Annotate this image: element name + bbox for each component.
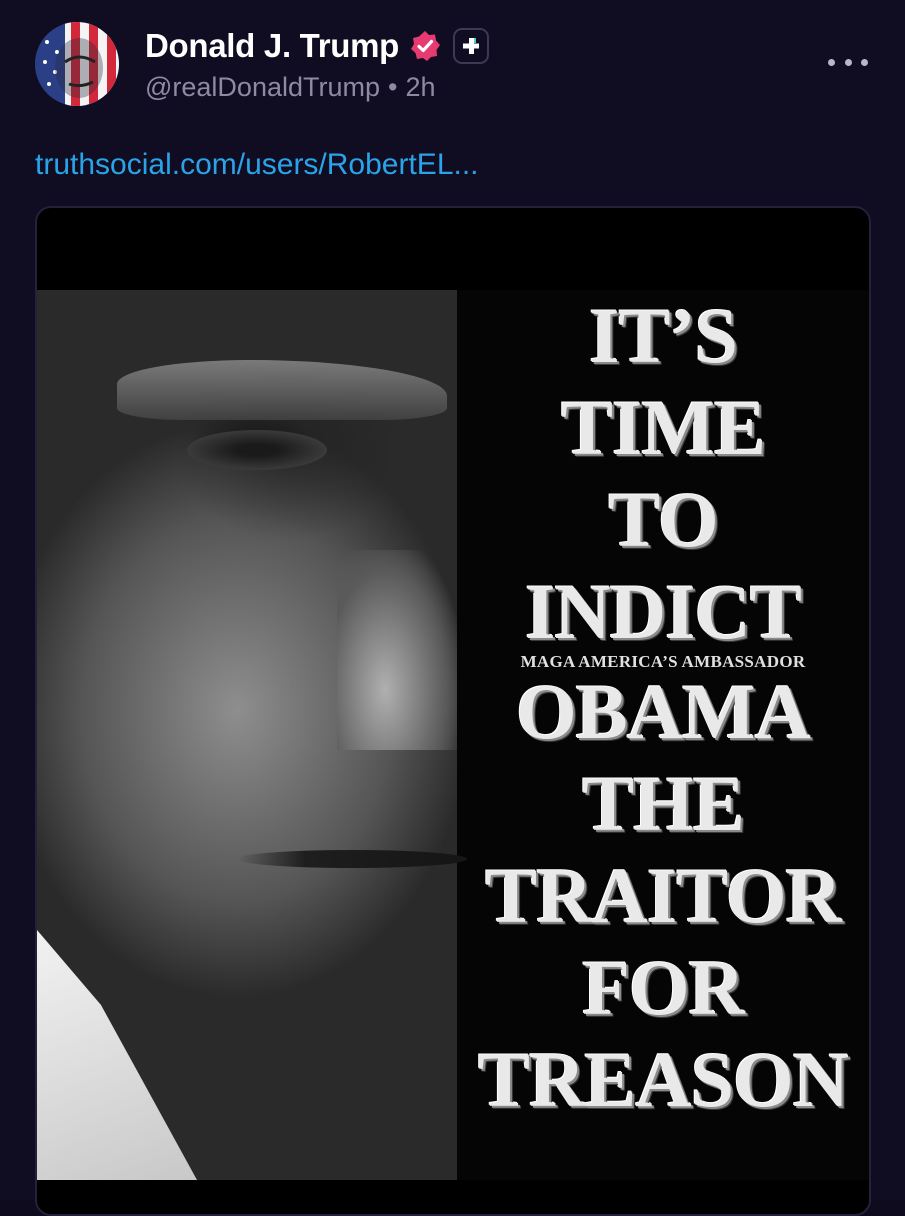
poster-line: INDICT bbox=[525, 568, 802, 655]
avatar[interactable] bbox=[35, 22, 119, 106]
poster-text: IT’S TIME TO INDICT MAGA AMERICA’S AMBAS… bbox=[457, 290, 869, 1180]
portrait-photo bbox=[37, 290, 467, 1180]
poster-line: TO bbox=[608, 476, 718, 563]
avatar-flag-portrait-icon bbox=[35, 22, 119, 106]
poster-image: IT’S TIME TO INDICT MAGA AMERICA’S AMBAS… bbox=[37, 290, 869, 1180]
separator-dot: • bbox=[388, 72, 398, 102]
poster-line: FOR bbox=[582, 944, 745, 1031]
poster-line: TRAITOR bbox=[485, 852, 842, 939]
handle-row: @realDonaldTrump • 2h bbox=[145, 72, 436, 103]
poster-line: TIME bbox=[560, 384, 766, 471]
post-timestamp[interactable]: 2h bbox=[405, 72, 435, 103]
display-name[interactable]: Donald J. Trump bbox=[145, 27, 399, 65]
poster-line: IT’S bbox=[589, 292, 738, 379]
more-options-button[interactable] bbox=[828, 52, 868, 72]
poster-line: THE bbox=[582, 760, 745, 847]
author-row: Donald J. Trump bbox=[145, 26, 490, 66]
poster-line: TREASON bbox=[477, 1036, 849, 1123]
post-link[interactable]: truthsocial.com/users/RobertEL... bbox=[35, 148, 479, 182]
media-attachment[interactable]: IT’S TIME TO INDICT MAGA AMERICA’S AMBAS… bbox=[35, 206, 871, 1216]
post-card: Donald J. Trump @realDonaldTrump • 2h tr… bbox=[0, 0, 905, 1216]
poster-line: OBAMA bbox=[516, 668, 811, 755]
author-handle[interactable]: @realDonaldTrump bbox=[145, 72, 380, 103]
more-horizontal-icon bbox=[828, 58, 835, 66]
verified-badge-icon bbox=[411, 31, 441, 61]
plus-badge-icon bbox=[453, 28, 490, 64]
